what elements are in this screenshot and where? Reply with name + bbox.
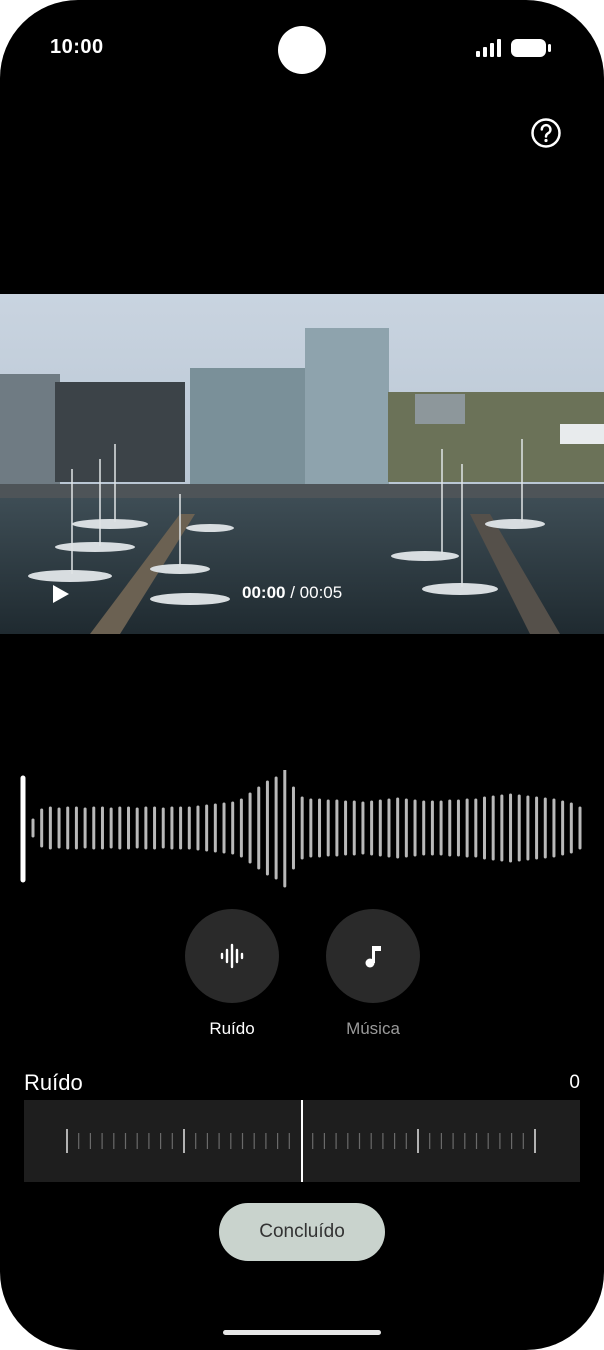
video-time: 00:00 / 00:05 bbox=[242, 583, 342, 603]
phone-screen: 10:00 00:00 / 00:05 Ruído Música Ruído 0… bbox=[0, 0, 604, 1350]
music-note-icon bbox=[365, 946, 381, 968]
camera-cutout bbox=[278, 26, 326, 74]
noise-value: 0 bbox=[569, 1072, 580, 1093]
battery-icon bbox=[511, 39, 551, 57]
help-icon[interactable] bbox=[530, 117, 562, 149]
music-mode-label: Música bbox=[346, 1019, 400, 1038]
signal-icon bbox=[476, 39, 501, 57]
status-icons bbox=[476, 38, 552, 58]
status-time: 10:00 bbox=[50, 36, 104, 58]
time-separator: / bbox=[285, 583, 300, 602]
duration: 00:05 bbox=[299, 583, 343, 602]
current-time: 00:00 bbox=[242, 583, 286, 602]
done-button[interactable]: Concluído bbox=[219, 1203, 385, 1261]
noise-title: Ruído bbox=[24, 1070, 83, 1095]
noise-slider[interactable] bbox=[24, 1100, 580, 1182]
waveform-icon bbox=[220, 943, 244, 969]
play-icon[interactable] bbox=[52, 584, 70, 604]
music-mode-button[interactable] bbox=[326, 909, 420, 1003]
waveform-bars bbox=[31, 770, 582, 888]
noise-mode-button[interactable] bbox=[185, 909, 279, 1003]
home-indicator[interactable] bbox=[223, 1330, 381, 1335]
audio-waveform[interactable] bbox=[0, 770, 604, 890]
noise-mode-label: Ruído bbox=[209, 1019, 255, 1038]
